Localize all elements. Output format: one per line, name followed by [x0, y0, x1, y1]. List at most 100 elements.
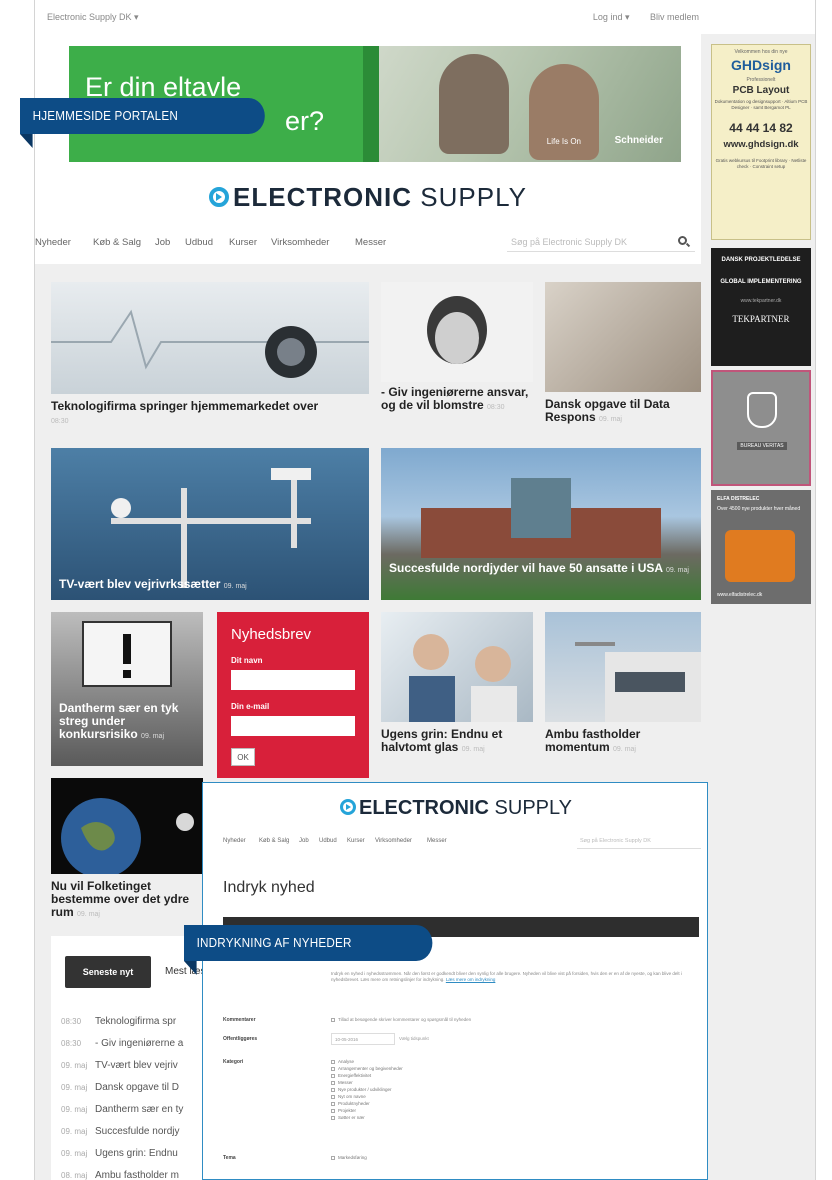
category-option[interactable]: Messer	[331, 1080, 353, 1085]
tekpartner-url: www.tekpartner.dk	[740, 298, 782, 304]
name-field[interactable]	[231, 670, 355, 690]
nav-item-kob-salg[interactable]: Køb & Salg	[93, 237, 141, 248]
tab-latest[interactable]: Seneste nyt	[65, 956, 151, 988]
category-option[interactable]: Analyse	[331, 1059, 354, 1064]
checkbox-icon	[331, 1074, 335, 1078]
nav-item-job[interactable]: Job	[299, 838, 309, 844]
tekpartner-line-1: DANSK PROJEKTLEDELSE	[721, 257, 801, 263]
nav-item-nyheder[interactable]: Nyheder	[35, 237, 71, 248]
ghdsign-ad[interactable]: Velkommen hos din nye GHDsign Profession…	[711, 44, 811, 240]
site-selector[interactable]: Electronic Supply DK ▾	[47, 12, 139, 23]
theme-option[interactable]: Markedsføring	[331, 1155, 367, 1160]
portal-ribbon-label: HJEMMESIDE PORTALEN	[20, 98, 265, 148]
nav-item-messer[interactable]: Messer	[427, 838, 447, 844]
ghdsign-url: www.ghdsign.dk	[723, 139, 799, 150]
list-item[interactable]: 08:30 Teknologifirma spr	[61, 1016, 176, 1027]
article-card[interactable]: Teknologifirma springer hjemmemarkedet o…	[51, 282, 369, 432]
category-option[interactable]: Nyt om navne	[331, 1094, 366, 1099]
category-option[interactable]: Søtter er nær	[331, 1115, 365, 1120]
article-caption: TV-vært blev vejrivrkssætter 09. maj	[59, 578, 247, 593]
site-logo[interactable]: ELECTRONIC SUPPLY	[35, 182, 701, 213]
article-caption: Ambu fastholder momentum 09. maj	[545, 728, 701, 756]
list-item[interactable]: 09. maj Dantherm sær en ty	[61, 1104, 183, 1115]
elfa-logo: ELFA DISTRELEC	[717, 496, 760, 502]
article-date: 08:30	[51, 418, 69, 425]
search-icon[interactable]	[678, 236, 687, 245]
category-option-label: Messer	[338, 1080, 353, 1085]
theme-label: Tema	[223, 1155, 236, 1161]
nav-item-kob-salg[interactable]: Køb & Salg	[259, 838, 289, 844]
category-option[interactable]: Nye produkter / udviklinger	[331, 1087, 392, 1092]
article-date: 09. maj	[461, 746, 485, 753]
bureau-veritas-ad[interactable]: BUREAU VERITAS	[711, 370, 811, 486]
checkbox-icon	[331, 1109, 335, 1113]
form-intro-link[interactable]: Læs mere om indrykning	[446, 977, 496, 982]
article-title: - Giv ingeniørerne ansvar, og de vil blo…	[381, 385, 529, 412]
category-option[interactable]: Produktnyheder	[331, 1101, 370, 1106]
list-item-time: 09. maj	[61, 1127, 88, 1136]
article-card[interactable]: Dansk opgave til Data Respons 09. maj	[545, 282, 701, 432]
nav-item-kurser[interactable]: Kurser	[347, 838, 365, 844]
form-intro: Indryk en nyhed i nyhedsstrømmen. Når de…	[331, 971, 701, 983]
article-card[interactable]: Ugens grin: Endnu et halvtomt glas 09. m…	[381, 612, 533, 778]
article-card[interactable]: Ambu fastholder momentum 09. maj	[545, 612, 701, 778]
ghdsign-logo-part-2: sign	[762, 57, 791, 73]
category-option[interactable]: Arrangementer og begivenheder	[331, 1066, 403, 1071]
header-area: Er din eltavle er? Life Is On Schneider …	[35, 34, 701, 264]
nav-item-messer[interactable]: Messer	[355, 237, 386, 248]
nav-item-nyheder[interactable]: Nyheder	[223, 838, 246, 844]
logo-bold-text: ELECTRONIC	[233, 182, 413, 212]
banner-tagline: Life Is On	[546, 137, 581, 146]
building-icon	[421, 478, 661, 558]
submit-news-screenshot: ELECTRONIC SUPPLY Nyheder Køb & Salg Job…	[202, 782, 708, 1180]
nav-item-udbud[interactable]: Udbud	[185, 237, 213, 248]
news-ribbon-label: INDRYKNING AF NYHEDER	[184, 925, 433, 975]
tekpartner-ad[interactable]: DANSK PROJEKTLEDELSE GLOBAL IMPLEMENTERI…	[711, 248, 811, 366]
elfa-distrelec-ad[interactable]: ELFA DISTRELEC Over 4500 nye produkter h…	[711, 490, 811, 604]
nav-item-job[interactable]: Job	[155, 237, 170, 248]
list-item[interactable]: 09. maj Dansk opgave til D	[61, 1082, 179, 1093]
login-link[interactable]: Log ind ▾	[593, 12, 630, 22]
overlay-site-logo[interactable]: ELECTRONIC SUPPLY	[203, 797, 707, 820]
list-item[interactable]: 09. maj TV-vært blev vejriv	[61, 1060, 178, 1071]
list-item-text: Dansk opgave til D	[95, 1082, 179, 1093]
article-caption: Dantherm sær en tyk streg under konkursr…	[59, 702, 201, 743]
theme-option-label: Markedsføring	[338, 1155, 367, 1160]
comments-checkbox-label: Tillad at besøgende skriver kommentarer …	[338, 1017, 472, 1022]
article-title: TV-vært blev vejrivrkssætter	[59, 577, 221, 591]
publish-time-select[interactable]: Vælg tidspunkt	[399, 1036, 429, 1041]
article-card[interactable]: Nu vil Folketinget bestemme over det ydr…	[51, 778, 203, 928]
logo-mark-icon	[339, 799, 356, 815]
overlay-nav: Nyheder Køb & Salg Job Udbud Kurser Virk…	[223, 835, 701, 853]
article-card[interactable]: TV-vært blev vejrivrkssætter 09. maj	[51, 448, 369, 600]
ok-button[interactable]: OK	[231, 748, 255, 766]
article-caption: Teknologifirma springer hjemmemarkedet o…	[51, 400, 369, 428]
list-item-text: Succesfulde nordjy	[95, 1126, 180, 1137]
article-card[interactable]: Succesfulde nordjyder vil have 50 ansatt…	[381, 448, 701, 600]
publish-date-field[interactable]: 10-05-2016	[331, 1033, 395, 1045]
nav-item-virksomheder[interactable]: Virksomheder	[271, 237, 329, 248]
nav-item-kurser[interactable]: Kurser	[229, 237, 257, 248]
list-item[interactable]: 08. maj Ambu fastholder m	[61, 1170, 179, 1180]
article-image-stethoscope	[51, 282, 369, 394]
search-input[interactable]: Søg på Electronic Supply DK	[507, 232, 695, 252]
ghdsign-phone: 44 44 14 82	[729, 121, 793, 135]
article-title: Nu vil Folketinget bestemme over det ydr…	[51, 879, 190, 919]
list-item[interactable]: 09. maj Ugens grin: Endnu	[61, 1148, 178, 1159]
elfa-text: Over 4500 nye produkter hver måned	[717, 506, 801, 512]
article-card[interactable]: - Giv ingeniørerne ansvar, og de vil blo…	[381, 282, 533, 432]
portrait-icon	[427, 296, 487, 364]
nav-item-virksomheder[interactable]: Virksomheder	[375, 838, 412, 844]
category-option[interactable]: Energieffektivitet	[331, 1073, 371, 1078]
comments-checkbox[interactable]: Tillad at besøgende skriver kommentarer …	[331, 1017, 471, 1022]
list-item[interactable]: 08:30 - Giv ingeniørerne a	[61, 1038, 183, 1049]
nav-item-udbud[interactable]: Udbud	[319, 838, 337, 844]
overlay-search-input[interactable]: Søg på Electronic Supply DK	[577, 835, 701, 849]
email-field[interactable]	[231, 716, 355, 736]
list-item-time: 09. maj	[61, 1149, 88, 1158]
category-option[interactable]: Projekter	[331, 1108, 356, 1113]
become-member-link[interactable]: Bliv medlem	[650, 12, 699, 22]
ribbon-fold	[20, 134, 33, 148]
article-card[interactable]: Dantherm sær en tyk streg under konkursr…	[51, 612, 203, 766]
list-item[interactable]: 09. maj Succesfulde nordjy	[61, 1126, 180, 1137]
